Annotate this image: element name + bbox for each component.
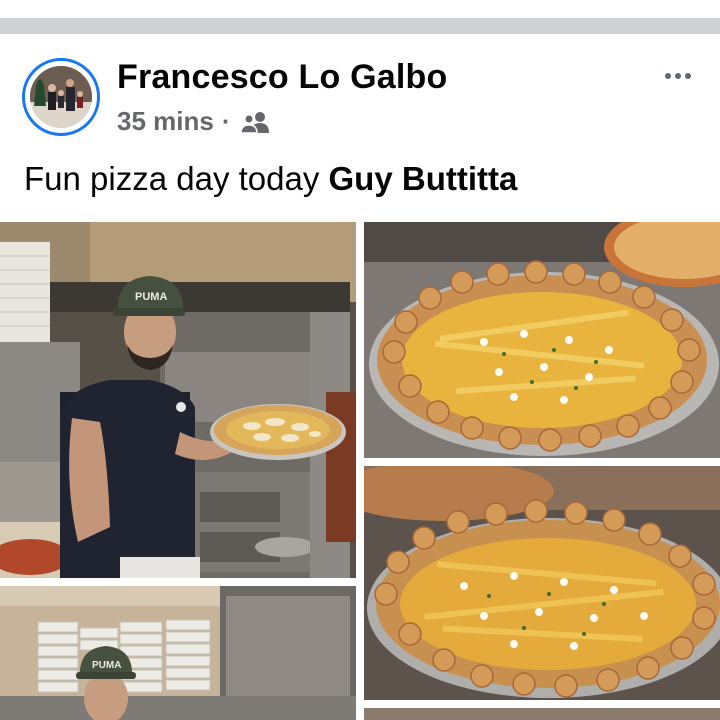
more-options-button[interactable] <box>658 64 698 88</box>
post-meta: 35 mins · <box>117 106 271 137</box>
meta-separator: · <box>221 106 231 136</box>
photo-chef-kitchen[interactable]: PUMA <box>0 586 356 720</box>
avatar[interactable] <box>30 66 92 128</box>
friends-icon[interactable] <box>239 110 271 134</box>
photo-1-image: PUMA <box>0 222 356 578</box>
post-header: Francesco Lo Galbo 35 mins · <box>0 34 720 154</box>
post-time[interactable]: 35 mins <box>117 106 214 137</box>
feed-divider <box>0 18 720 34</box>
photo-pizza-closeup-1[interactable] <box>364 222 720 458</box>
more-dot-icon <box>675 73 681 79</box>
caption-text: Fun pizza day today <box>24 160 329 197</box>
author-avatar-ring[interactable] <box>22 58 100 136</box>
cap-logo: PUMA <box>92 660 121 671</box>
top-band <box>0 0 720 18</box>
author-name[interactable]: Francesco Lo Galbo <box>117 58 447 97</box>
photo-more[interactable] <box>364 708 720 720</box>
cap-logo: PUMA <box>135 291 167 303</box>
tagged-user-link[interactable]: Guy Buttitta <box>329 160 518 197</box>
photo-4-image: PUMA <box>0 586 356 720</box>
more-dot-icon <box>685 73 691 79</box>
post-caption: Fun pizza day today Guy Buttitta <box>24 160 517 198</box>
more-dot-icon <box>665 73 671 79</box>
photo-2-image <box>364 222 720 458</box>
avatar-photo <box>30 66 92 128</box>
photo-chef-holding-pizza[interactable]: PUMA <box>0 222 356 578</box>
photo-3-image <box>364 466 720 700</box>
photo-pizza-closeup-2[interactable] <box>364 466 720 700</box>
